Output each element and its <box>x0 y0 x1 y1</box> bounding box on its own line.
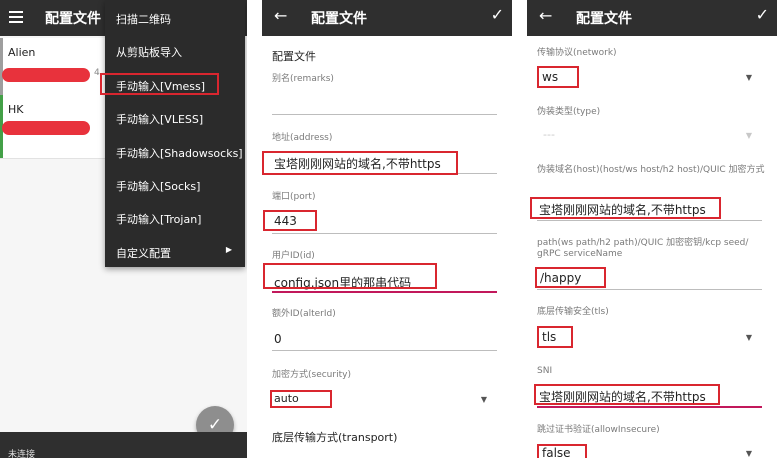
path-underline <box>537 289 762 290</box>
highlight-box <box>537 326 573 348</box>
check-icon[interactable]: ✓ <box>491 5 504 24</box>
user-id-label: 用户ID(id) <box>272 251 315 261</box>
port-underline <box>272 233 497 234</box>
server-stripe <box>0 38 3 101</box>
submenu-arrow-icon: ▶ <box>225 245 232 254</box>
menu-item-custom-config[interactable]: 自定义配置 ▶ <box>105 234 245 267</box>
alter-id-label: 额外ID(alterId) <box>272 309 336 319</box>
vmess-config-form: ← 配置文件 ✓ 配置文件 别名(remarks) 地址(address) 宝塔… <box>262 0 512 458</box>
server-name: HK <box>8 103 24 116</box>
app-title: 配置文件 <box>45 11 101 27</box>
add-config-menu: 扫描二维码 从剪贴板导入 手动输入[Vmess] 手动输入[VLESS] 手动输… <box>100 0 245 267</box>
back-arrow-icon[interactable]: ← <box>274 6 287 25</box>
address-label: 地址(address) <box>272 133 333 143</box>
dropdown-caret-icon[interactable]: ▼ <box>746 333 752 342</box>
highlight-box <box>100 73 219 95</box>
highlight-box <box>270 390 332 408</box>
menu-item-import-clipboard[interactable]: 从剪贴板导入 <box>105 33 245 66</box>
menu-item-label: 自定义配置 <box>116 247 171 260</box>
tls-label: 底层传输安全(tls) <box>537 307 609 317</box>
transport-config-form: ← 配置文件 ✓ 传输协议(network) ws ▼ 伪装类型(type) -… <box>527 0 777 458</box>
host-label: 伪装域名(host)(host/ws host/h2 host)/QUIC 加密… <box>537 165 765 175</box>
page-title: 配置文件 <box>311 11 367 27</box>
alter-id-underline <box>272 350 497 351</box>
menu-item-manual-shadowsocks[interactable]: 手动输入[Shadowsocks] <box>105 134 245 167</box>
redacted-scribble <box>2 68 90 82</box>
menu-item-scan-qr[interactable]: 扫描二维码 <box>105 0 245 33</box>
menu-item-manual-trojan[interactable]: 手动输入[Trojan] <box>105 200 245 233</box>
security-label: 加密方式(security) <box>272 370 351 380</box>
menu-item-manual-vless[interactable]: 手动输入[VLESS] <box>105 100 245 133</box>
check-icon[interactable]: ✓ <box>756 5 769 24</box>
highlight-box <box>535 267 606 288</box>
server-item-hk[interactable]: HK <box>0 95 120 159</box>
main-screen: 配置文件 Alien 4 HK 扫描二维码 从剪贴板导入 手动输入[Vmess]… <box>0 0 247 458</box>
app-bar: ← 配置文件 ✓ <box>527 0 777 36</box>
host-underline <box>537 220 762 221</box>
server-info-tail: 4 <box>94 68 100 78</box>
remarks-label: 别名(remarks) <box>272 74 334 84</box>
type-label: 伪装类型(type) <box>537 107 601 117</box>
highlight-box <box>262 151 458 175</box>
dropdown-caret-icon[interactable]: ▼ <box>746 449 752 458</box>
highlight-box <box>534 384 720 405</box>
highlight-box <box>263 210 317 231</box>
highlight-box <box>537 444 587 458</box>
network-label: 传输协议(network) <box>537 48 617 58</box>
sni-label: SNI <box>537 366 553 376</box>
port-label: 端口(port) <box>272 192 316 202</box>
path-label: path(ws path/h2 path)/QUIC 加密密钥/kcp seed… <box>537 238 749 259</box>
dropdown-caret-icon[interactable]: ▼ <box>481 395 487 404</box>
connection-status: 未连接 <box>0 432 247 458</box>
dropdown-caret-icon[interactable]: ▼ <box>746 131 752 140</box>
type-select[interactable]: --- <box>543 128 555 141</box>
allow-insecure-label: 跳过证书验证(allowInsecure) <box>537 425 660 435</box>
user-id-underline <box>272 291 497 293</box>
highlight-box <box>530 197 721 219</box>
page-title: 配置文件 <box>576 11 632 27</box>
alter-id-input[interactable]: 0 <box>274 332 282 346</box>
highlight-box <box>537 66 579 88</box>
menu-icon[interactable] <box>9 11 23 23</box>
remarks-underline <box>272 114 497 115</box>
transport-section-title: 底层传输方式(transport) <box>272 431 398 444</box>
highlight-box <box>263 263 437 289</box>
sni-underline <box>537 406 762 408</box>
back-arrow-icon[interactable]: ← <box>539 6 552 25</box>
dropdown-caret-icon[interactable]: ▼ <box>746 73 752 82</box>
server-name: Alien <box>8 46 36 59</box>
app-bar: ← 配置文件 ✓ <box>262 0 512 36</box>
redacted-scribble <box>2 121 90 135</box>
menu-item-manual-socks[interactable]: 手动输入[Socks] <box>105 167 245 200</box>
section-title: 配置文件 <box>272 50 316 63</box>
